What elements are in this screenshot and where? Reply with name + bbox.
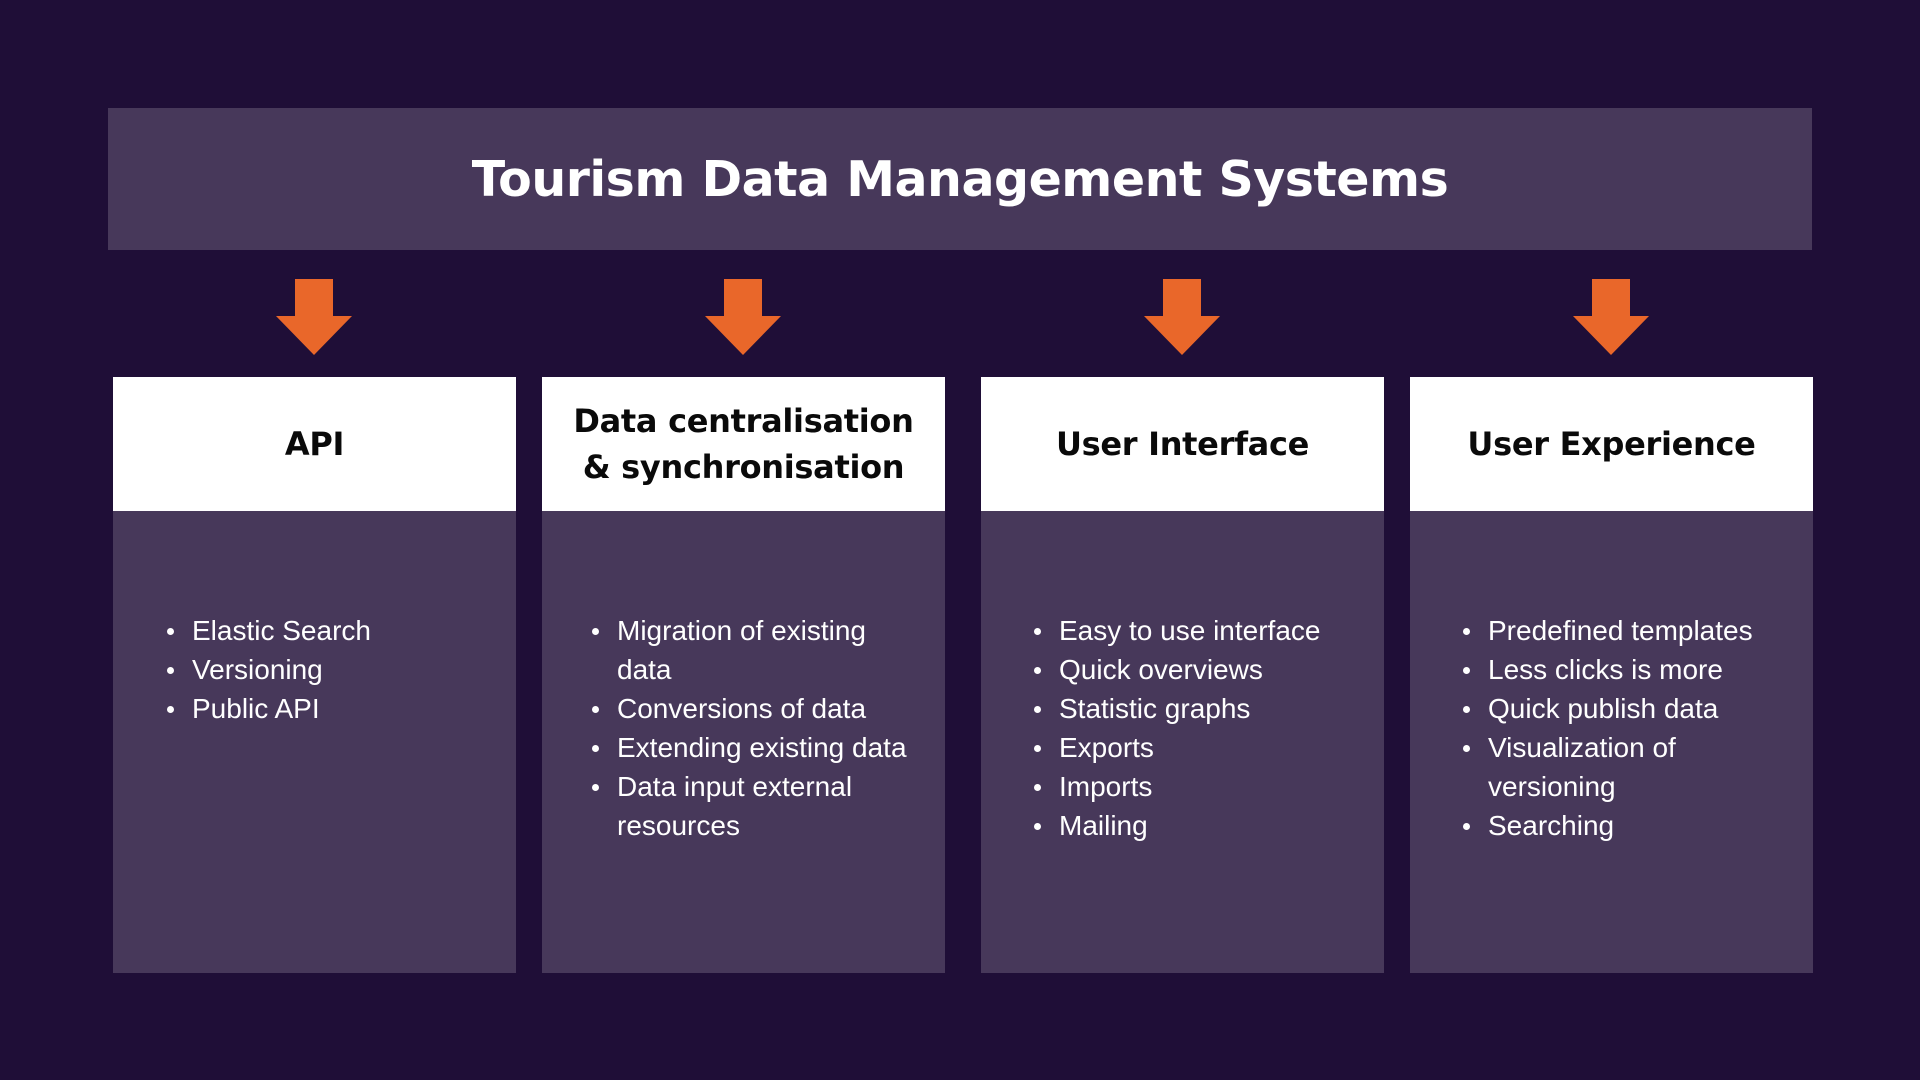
card-title: Data centralisation & synchronisation [573,402,914,486]
list-item: Predefined templates [1463,611,1793,650]
title-banner: Tourism Data Management Systems [108,108,1812,250]
list-item: Searching [1463,806,1793,845]
list-item: Elastic Search [167,611,516,650]
list-item: Conversions of data [592,689,915,728]
down-arrow-icon [705,279,781,355]
arrow-shape [705,279,781,355]
list-item: Quick overviews [1034,650,1384,689]
card-user-experience: User Experience Predefined templates Les… [1410,377,1813,973]
bullet-list: Predefined templates Less clicks is more… [1463,611,1793,845]
bullet-list: Elastic Search Versioning Public API [167,611,516,728]
card-data-centralisation: Data centralisation & synchronisation Mi… [542,377,945,973]
card-header: Data centralisation & synchronisation [542,377,945,511]
list-item: Imports [1034,767,1384,806]
card-body: Easy to use interface Quick overviews St… [981,511,1384,845]
list-item: Extending existing data [592,728,915,767]
list-item: Statistic graphs [1034,689,1384,728]
card-body: Migration of existing data Conversions o… [542,511,945,845]
list-item: Mailing [1034,806,1384,845]
bullet-list: Migration of existing data Conversions o… [592,611,915,845]
card-api: API Elastic Search Versioning Public API [113,377,516,973]
card-header: User Experience [1410,377,1813,511]
list-item: Exports [1034,728,1384,767]
list-item: Quick publish data [1463,689,1793,728]
card-header: API [113,377,516,511]
card-user-interface: User Interface Easy to use interface Qui… [981,377,1384,973]
down-arrow-icon [276,279,352,355]
list-item: Easy to use interface [1034,611,1384,650]
card-body: Predefined templates Less clicks is more… [1410,511,1813,845]
card-title: User Interface [1055,425,1310,463]
down-arrow-icon [1573,279,1649,355]
list-item: Data input external resources [592,767,915,845]
card-title: API [284,425,345,463]
bullet-list: Easy to use interface Quick overviews St… [1034,611,1384,845]
list-item: Public API [167,689,516,728]
list-item: Versioning [167,650,516,689]
list-item: Visualization of versioning [1463,728,1793,806]
arrow-shape [1573,279,1649,355]
arrow-shape [276,279,352,355]
card-body: Elastic Search Versioning Public API [113,511,516,728]
down-arrow-icon [1144,279,1220,355]
card-title: User Experience [1467,425,1756,463]
page-title: Tourism Data Management Systems [471,150,1449,208]
arrow-shape [1144,279,1220,355]
list-item: Migration of existing data [592,611,915,689]
card-header: User Interface [981,377,1384,511]
list-item: Less clicks is more [1463,650,1793,689]
